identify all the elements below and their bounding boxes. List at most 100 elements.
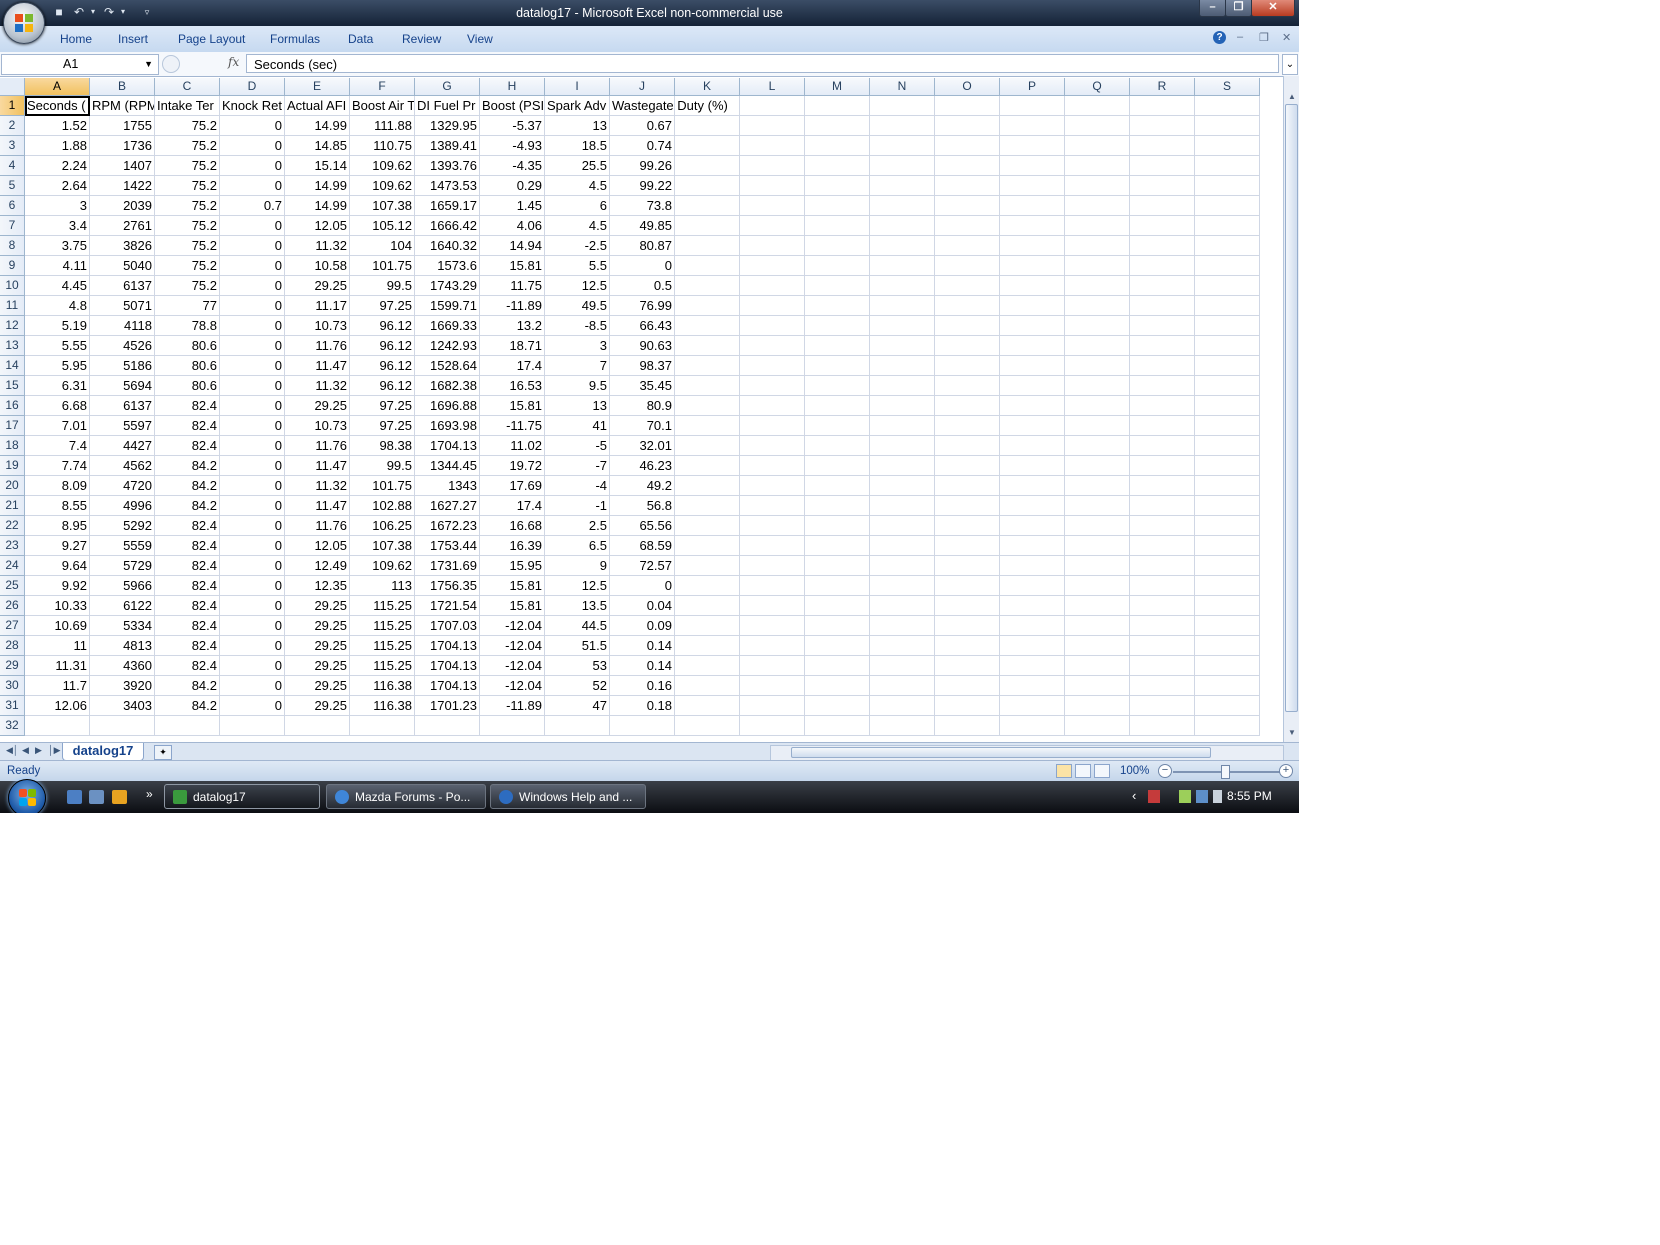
data-cell[interactable]: 5694 xyxy=(90,376,155,396)
horizontal-scrollbar[interactable] xyxy=(770,745,1284,761)
data-cell[interactable]: 3826 xyxy=(90,236,155,256)
data-cell[interactable]: 4526 xyxy=(90,336,155,356)
data-cell[interactable]: 6.5 xyxy=(545,536,610,556)
data-cell[interactable]: 5292 xyxy=(90,516,155,536)
empty-cell[interactable] xyxy=(935,596,1000,616)
empty-cell[interactable] xyxy=(675,236,740,256)
empty-cell[interactable] xyxy=(935,456,1000,476)
empty-cell[interactable] xyxy=(805,136,870,156)
data-cell[interactable]: 0 xyxy=(220,656,285,676)
empty-cell[interactable] xyxy=(1195,516,1260,536)
data-cell[interactable]: 0.04 xyxy=(610,596,675,616)
empty-cell[interactable] xyxy=(870,116,935,136)
empty-cell[interactable] xyxy=(1130,516,1195,536)
empty-cell[interactable] xyxy=(740,576,805,596)
empty-cell[interactable] xyxy=(805,336,870,356)
empty-cell[interactable] xyxy=(1130,216,1195,236)
data-cell[interactable]: 0.29 xyxy=(480,176,545,196)
row-header-9[interactable]: 9 xyxy=(0,256,25,276)
empty-cell[interactable] xyxy=(1130,376,1195,396)
data-cell[interactable]: 41 xyxy=(545,416,610,436)
data-cell[interactable]: 1753.44 xyxy=(415,536,480,556)
empty-cell[interactable] xyxy=(740,516,805,536)
header-cell-e[interactable]: Actual AFI xyxy=(285,96,350,116)
empty-cell[interactable] xyxy=(1130,456,1195,476)
data-cell[interactable]: 9.92 xyxy=(25,576,90,596)
data-cell[interactable]: 7.74 xyxy=(25,456,90,476)
empty-cell[interactable] xyxy=(935,216,1000,236)
data-cell[interactable]: 7.4 xyxy=(25,436,90,456)
empty-cell[interactable] xyxy=(740,376,805,396)
empty-cell[interactable] xyxy=(1065,256,1130,276)
data-cell[interactable]: 1704.13 xyxy=(415,636,480,656)
data-cell[interactable]: 16.68 xyxy=(480,516,545,536)
column-header-c[interactable]: C xyxy=(155,78,220,96)
data-cell[interactable]: 0 xyxy=(220,616,285,636)
header-cell-g[interactable]: DI Fuel Pr xyxy=(415,96,480,116)
data-cell[interactable]: 0 xyxy=(220,276,285,296)
data-cell[interactable]: 29.25 xyxy=(285,596,350,616)
data-cell[interactable]: 6 xyxy=(545,196,610,216)
data-cell[interactable]: 6122 xyxy=(90,596,155,616)
empty-cell[interactable] xyxy=(740,296,805,316)
row-header-22[interactable]: 22 xyxy=(0,516,25,536)
empty-cell[interactable] xyxy=(1195,256,1260,276)
empty-cell[interactable] xyxy=(740,236,805,256)
empty-cell[interactable] xyxy=(1065,176,1130,196)
empty-cell[interactable] xyxy=(1000,616,1065,636)
data-cell[interactable]: 97.25 xyxy=(350,416,415,436)
data-cell[interactable]: 96.12 xyxy=(350,376,415,396)
empty-cell[interactable] xyxy=(1065,276,1130,296)
data-cell[interactable]: 82.4 xyxy=(155,596,220,616)
data-cell[interactable]: 0.16 xyxy=(610,676,675,696)
empty-cell[interactable] xyxy=(805,436,870,456)
empty-cell[interactable] xyxy=(805,496,870,516)
empty-cell[interactable] xyxy=(740,136,805,156)
data-cell[interactable]: 80.87 xyxy=(610,236,675,256)
data-cell[interactable]: 29.25 xyxy=(285,396,350,416)
empty-cell[interactable] xyxy=(740,696,805,716)
empty-cell[interactable] xyxy=(1065,296,1130,316)
empty-cell[interactable] xyxy=(870,216,935,236)
data-cell[interactable]: -4.93 xyxy=(480,136,545,156)
empty-cell[interactable] xyxy=(1000,256,1065,276)
data-cell[interactable]: 107.38 xyxy=(350,536,415,556)
empty-cell[interactable] xyxy=(90,716,155,736)
data-cell[interactable]: 99.26 xyxy=(610,156,675,176)
data-cell[interactable]: 0.14 xyxy=(610,656,675,676)
empty-cell[interactable] xyxy=(1130,116,1195,136)
data-cell[interactable]: 16.39 xyxy=(480,536,545,556)
data-cell[interactable]: 14.94 xyxy=(480,236,545,256)
empty-cell[interactable] xyxy=(740,656,805,676)
data-cell[interactable]: -4 xyxy=(545,476,610,496)
data-cell[interactable]: 82.4 xyxy=(155,656,220,676)
data-cell[interactable]: 14.99 xyxy=(285,176,350,196)
empty-cell[interactable] xyxy=(935,316,1000,336)
data-cell[interactable]: -12.04 xyxy=(480,656,545,676)
data-cell[interactable]: 5071 xyxy=(90,296,155,316)
empty-cell[interactable] xyxy=(675,476,740,496)
data-cell[interactable]: 0.14 xyxy=(610,636,675,656)
data-cell[interactable]: 97.25 xyxy=(350,396,415,416)
data-cell[interactable]: 82.4 xyxy=(155,536,220,556)
data-cell[interactable]: 15.95 xyxy=(480,556,545,576)
empty-cell[interactable] xyxy=(740,196,805,216)
empty-cell[interactable] xyxy=(935,536,1000,556)
data-cell[interactable]: 12.05 xyxy=(285,216,350,236)
empty-cell[interactable] xyxy=(1065,316,1130,336)
data-cell[interactable]: 107.38 xyxy=(350,196,415,216)
empty-cell[interactable] xyxy=(1130,576,1195,596)
empty-cell[interactable] xyxy=(675,696,740,716)
empty-cell[interactable] xyxy=(740,636,805,656)
data-cell[interactable]: 15.81 xyxy=(480,596,545,616)
data-cell[interactable]: 80.9 xyxy=(610,396,675,416)
empty-cell[interactable] xyxy=(935,416,1000,436)
data-cell[interactable]: 4.06 xyxy=(480,216,545,236)
column-header-h[interactable]: H xyxy=(480,78,545,96)
empty-cell[interactable] xyxy=(805,256,870,276)
empty-cell[interactable] xyxy=(805,616,870,636)
empty-cell[interactable] xyxy=(675,576,740,596)
empty-cell[interactable] xyxy=(870,356,935,376)
empty-cell[interactable] xyxy=(1065,496,1130,516)
empty-cell[interactable] xyxy=(1065,156,1130,176)
